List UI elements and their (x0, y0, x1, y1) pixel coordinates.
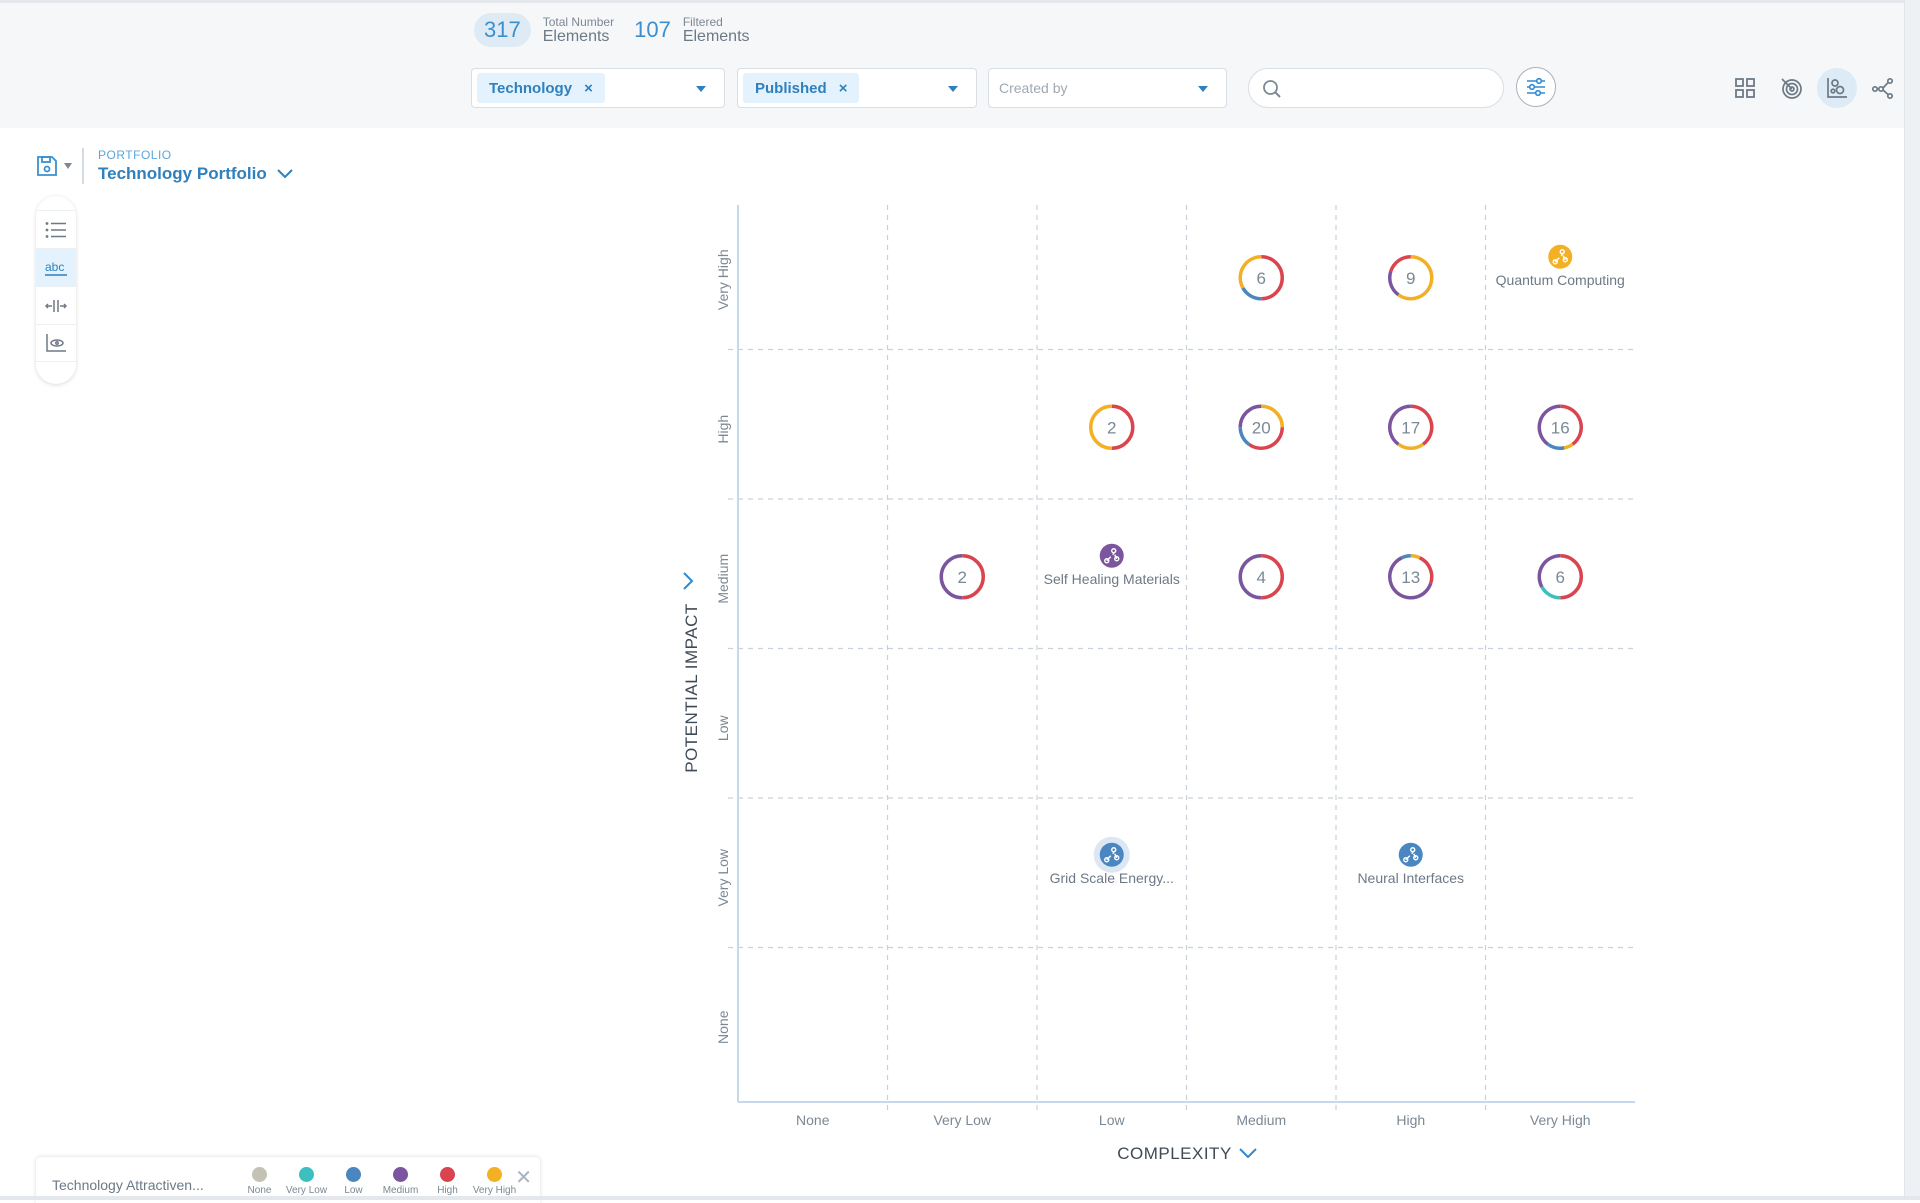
legend-swatch (393, 1167, 408, 1182)
legend-item[interactable]: Low (330, 1167, 377, 1196)
cluster-count[interactable]: 17 (1401, 418, 1420, 437)
cluster-count[interactable]: 6 (1257, 269, 1266, 288)
y-tick-label: None (715, 1010, 731, 1044)
y-tick-label: Very High (715, 249, 731, 310)
cluster-ring-segment (1410, 554, 1421, 560)
legend-item[interactable]: Very Low (283, 1167, 330, 1196)
cluster-count[interactable]: 13 (1401, 568, 1420, 587)
item-marker[interactable] (1099, 543, 1124, 568)
legend-item[interactable]: None (236, 1167, 283, 1196)
legend-label: Medium (382, 1185, 419, 1196)
cluster-count[interactable]: 4 (1257, 568, 1266, 587)
legend-label: High (437, 1185, 458, 1196)
y-axis-title: POTENTIAL IMPACT (682, 603, 701, 773)
y-tick-label: Low (715, 715, 731, 742)
x-tick-label: Medium (1236, 1112, 1286, 1128)
item-marker[interactable] (1548, 244, 1573, 269)
legend-item[interactable]: Very High (471, 1167, 518, 1196)
item-label[interactable]: Neural Interfaces (1357, 870, 1464, 886)
x-tick-label: Very Low (933, 1112, 991, 1128)
legend-label: Low (344, 1185, 363, 1196)
legend-label: Very High (472, 1185, 517, 1196)
cluster-count[interactable]: 20 (1252, 418, 1271, 437)
legend-item[interactable]: High (424, 1167, 471, 1196)
legend-item[interactable]: Medium (377, 1167, 424, 1196)
legend-swatch (487, 1167, 502, 1182)
x-tick-label: High (1396, 1112, 1425, 1128)
x-axis-chevron-icon[interactable] (1239, 1148, 1257, 1159)
cluster-count[interactable]: 2 (958, 568, 967, 587)
legend-items: None Very Low Low Medium High Very High (236, 1167, 518, 1196)
x-tick-label: None (796, 1112, 830, 1128)
item-label[interactable]: Self Healing Materials (1044, 571, 1180, 587)
cluster-count[interactable]: 2 (1107, 418, 1116, 437)
cluster-count[interactable]: 16 (1551, 418, 1570, 437)
legend-label: None (247, 1185, 272, 1196)
x-axis-title: COMPLEXITY (1117, 1144, 1232, 1163)
y-tick-label: Medium (715, 554, 731, 604)
cluster-count[interactable]: 9 (1406, 269, 1415, 288)
legend-swatch (252, 1167, 267, 1182)
close-legend-icon[interactable]: ✕ (515, 1165, 532, 1190)
y-tick-label: High (715, 415, 731, 444)
item-marker[interactable] (1099, 842, 1124, 867)
y-axis-chevron-icon[interactable] (683, 572, 694, 590)
legend-title: Technology Attractiven... (52, 1177, 204, 1193)
legend-swatch (440, 1167, 455, 1182)
item-label[interactable]: Quantum Computing (1496, 272, 1625, 288)
x-tick-label: Very High (1530, 1112, 1591, 1128)
y-tick-label: Very Low (715, 848, 731, 906)
matrix-chart: None Very Low Low Medium High Very High None Ve… (682, 205, 1635, 1163)
item-marker[interactable] (1398, 842, 1423, 867)
cluster-count[interactable]: 6 (1556, 568, 1565, 587)
legend-swatch (299, 1167, 314, 1182)
bottom-scroll-rail (0, 1196, 1920, 1200)
x-tick-label: Low (1099, 1112, 1126, 1128)
legend-label: Very Low (285, 1185, 328, 1196)
cluster-ring-segment (1401, 554, 1411, 560)
legend-swatch (346, 1167, 361, 1182)
item-label[interactable]: Grid Scale Energy... (1050, 870, 1174, 886)
